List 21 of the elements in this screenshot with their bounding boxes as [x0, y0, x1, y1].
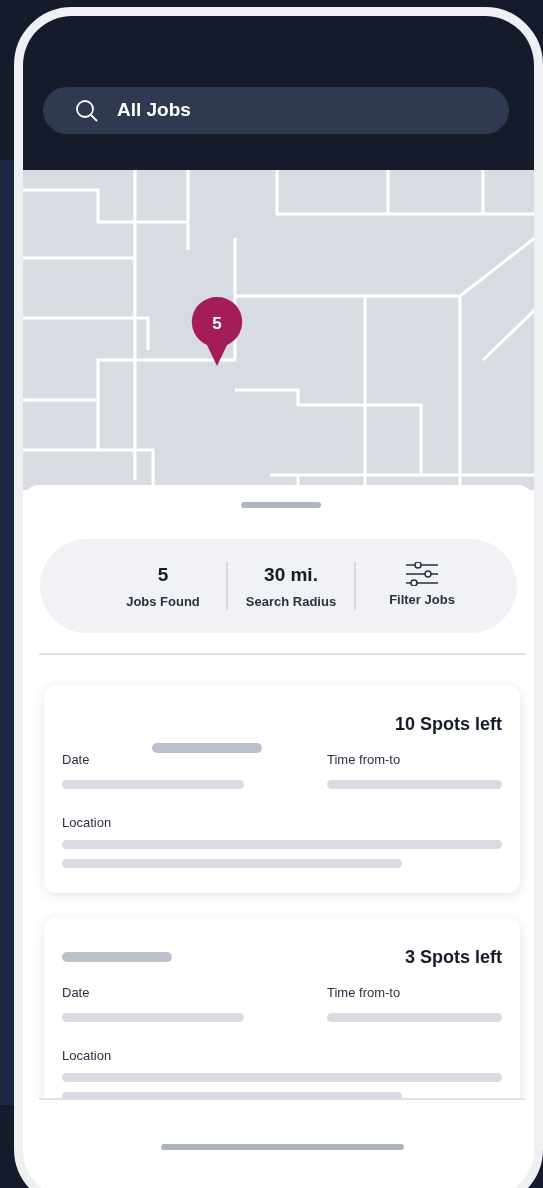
stat-value: 5: [157, 562, 169, 587]
spots-left: 3 Spots left: [405, 946, 502, 969]
location-label: Location: [62, 813, 113, 832]
date-label: Date: [62, 984, 91, 1002]
stat-label: Jobs Found: [126, 593, 200, 611]
job-card[interactable]: 10 Spots left Date Time from-to Location: [44, 685, 520, 893]
filter-jobs-button[interactable]: Filter Jobs: [372, 562, 472, 610]
stat-label: Search Radius: [245, 593, 337, 611]
search-field[interactable]: All Jobs: [43, 87, 509, 134]
map-pin[interactable]: 5: [191, 297, 243, 367]
time-label: Time from-to: [327, 984, 402, 1002]
search-input: All Jobs: [117, 96, 417, 125]
drag-handle[interactable]: [241, 502, 321, 508]
search-icon: [75, 98, 99, 123]
job-card[interactable]: 3 Spots left Date Time from-to Location: [44, 918, 520, 1098]
location-label: Location: [62, 1046, 113, 1065]
spots-left: 10 Spots left: [394, 713, 502, 736]
sliders-icon: [406, 562, 438, 587]
time-label: Time from-to: [327, 751, 402, 769]
date-label: Date: [62, 751, 91, 769]
stat-value: 30 mi.: [264, 562, 318, 587]
